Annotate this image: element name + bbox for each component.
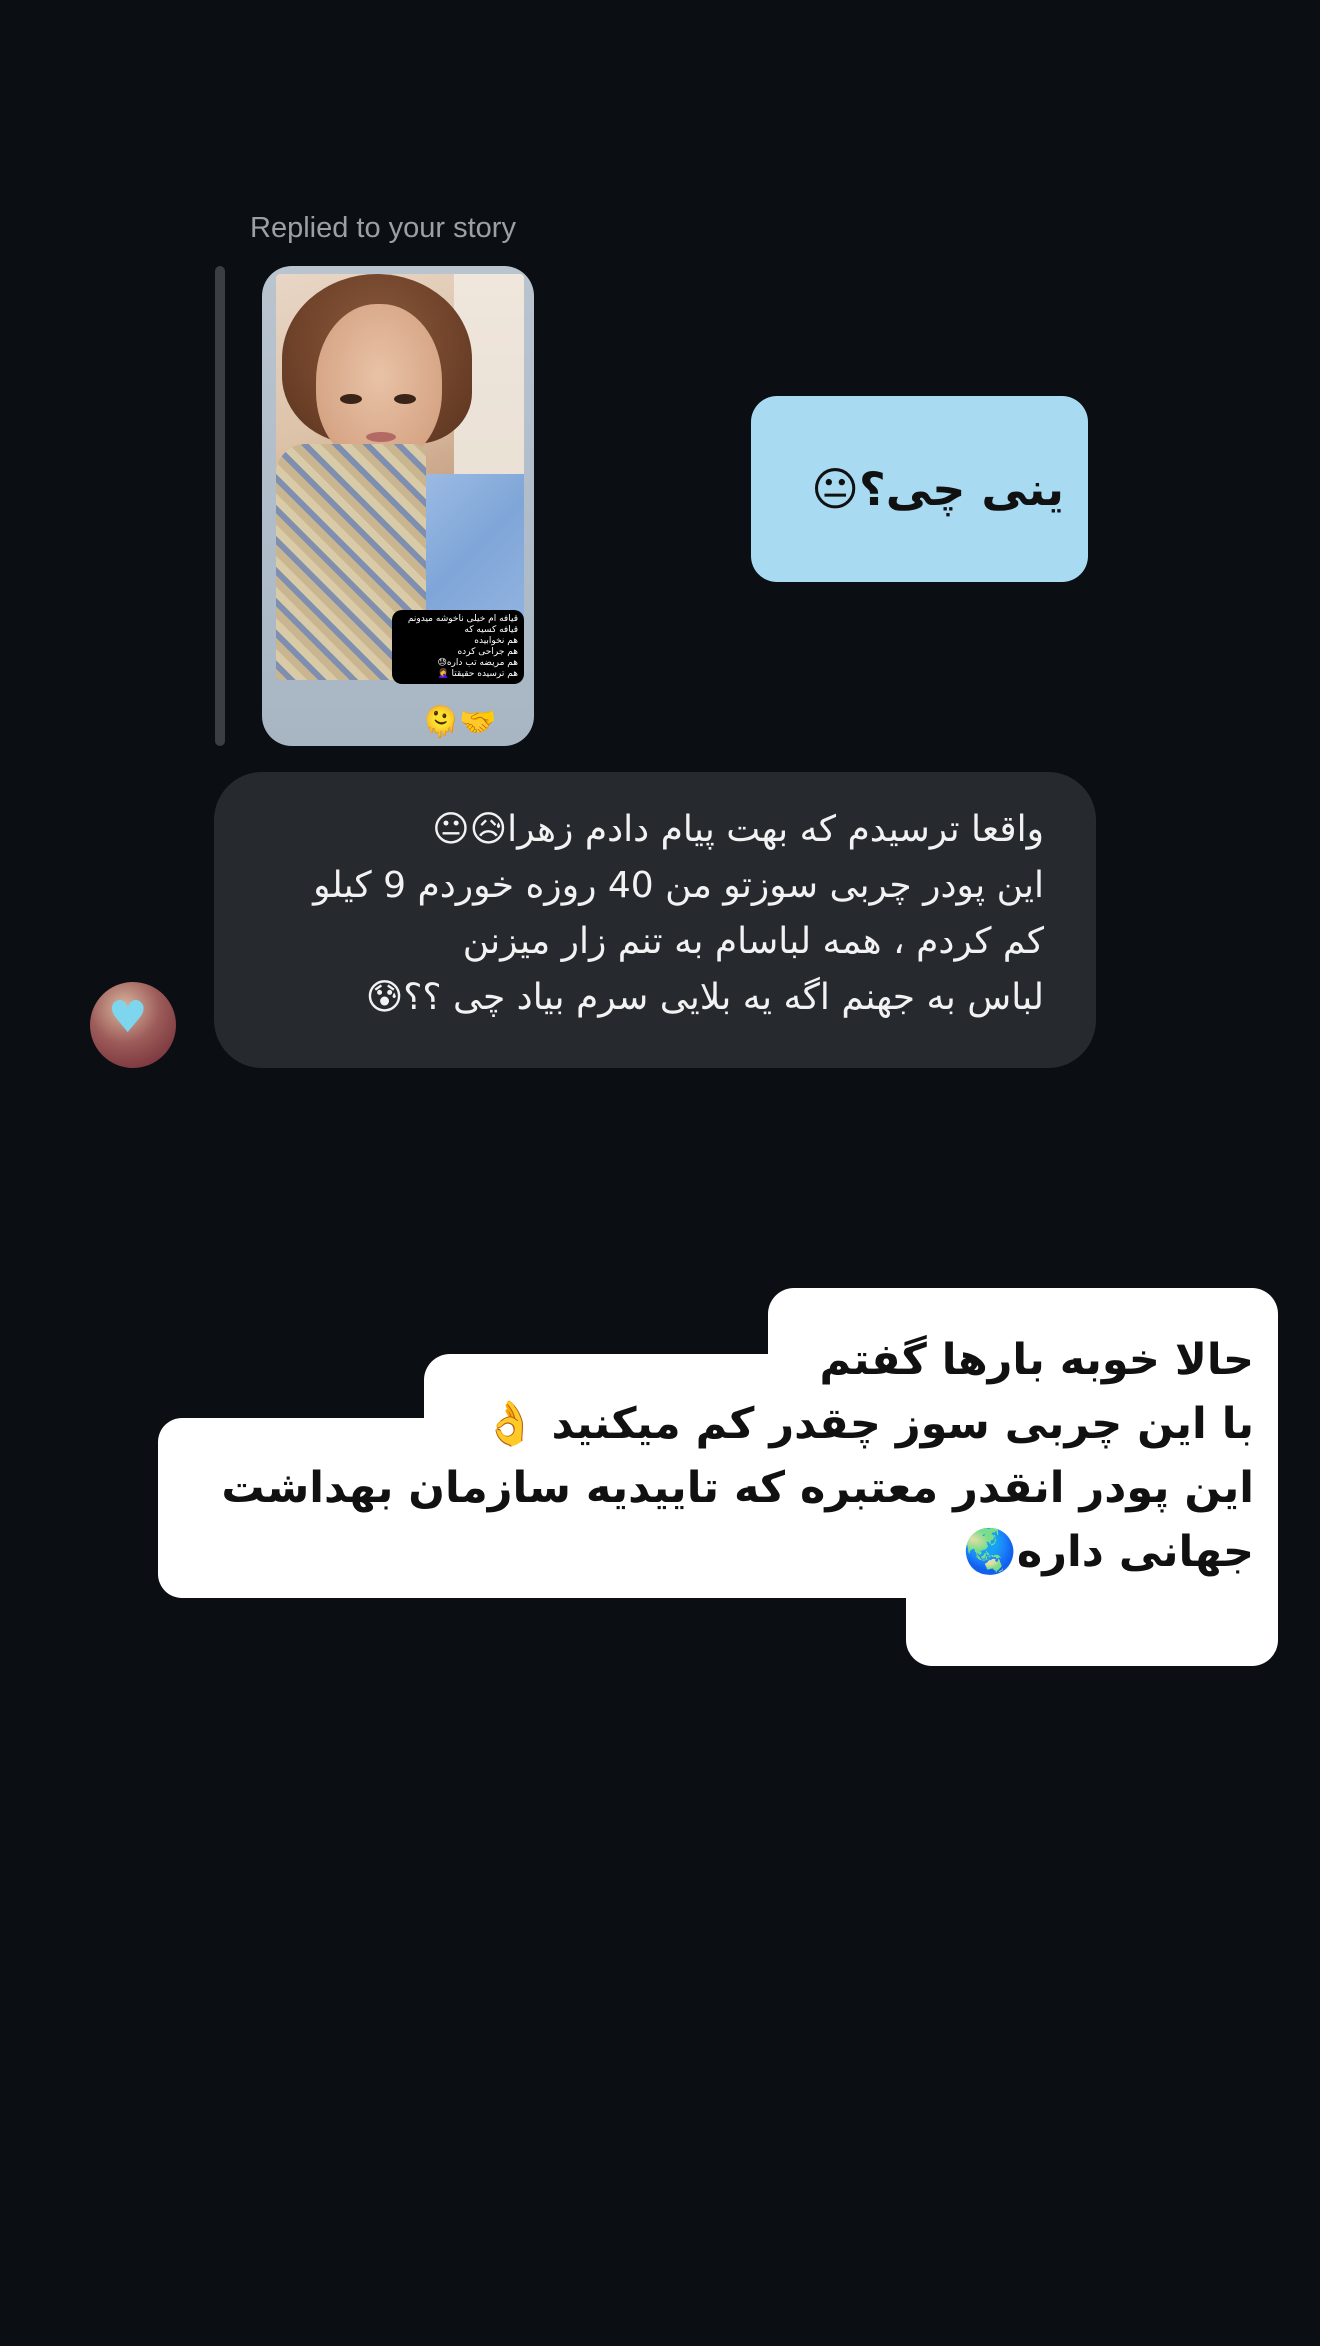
story-caption-line: هم جراحی کرده (457, 647, 518, 657)
story-caption-line: هم نخوابیده (474, 636, 518, 646)
sent-message-text: ینی چی؟😐 (811, 462, 1064, 516)
overlay-text-line: با این چربی سوز چقدر کم میکنید 👌 (483, 1399, 1254, 1449)
sent-message-bubble[interactable]: ینی چی؟😐 (751, 396, 1088, 582)
story-caption-line: هم مریضه تب داره😓 (437, 658, 518, 668)
story-thumbnail[interactable]: قیافه ام خیلی ناخوشه میدونم قیافه کسیه ک… (262, 266, 534, 746)
received-message-line: این پودر چربی سوزتو من 40 روزه خوردم 9 ک… (313, 865, 1044, 906)
sender-avatar[interactable]: ♥ (90, 982, 176, 1068)
overlay-text-line: این پودر انقدر معتبره که تاییدیه سازمان … (221, 1463, 1254, 1513)
received-message-bubble[interactable]: واقعا ترسیدم که بهت پیام دادم زهرا😥😐 این… (214, 772, 1096, 1068)
received-message-text: واقعا ترسیدم که بهت پیام دادم زهرا😥😐 این… (313, 802, 1044, 1026)
received-message-line: واقعا ترسیدم که بهت پیام دادم زهرا😥😐 (432, 809, 1044, 850)
heart-icon: ♥ (108, 992, 148, 1043)
story-caption-line: قیافه کسیه که (464, 625, 518, 635)
overlay-text: حالا خوبه بارها گفتم با این چربی سوز چقد… (221, 1328, 1254, 1584)
overlay-text-line: جهانی داره🌏 (963, 1527, 1254, 1577)
received-message-line: لباس به جهنم اگه یه بلایی سرم بیاد چی ؟؟… (365, 977, 1044, 1018)
reply-indicator-bar (215, 266, 225, 746)
received-message-line: کم کردم ، همه لباسام به تنم زار میزنن (462, 921, 1044, 962)
story-caption-line: قیافه ام خیلی ناخوشه میدونم (407, 614, 518, 624)
replied-to-story-label: Replied to your story (250, 212, 516, 244)
story-sticker-emoji: 🫠🤝 (422, 705, 497, 740)
story-caption-line: هم ترسیده حقیقتا 🤦‍♀️ (437, 669, 518, 679)
overlay-text-line: حالا خوبه بارها گفتم (819, 1335, 1254, 1385)
story-caption: قیافه ام خیلی ناخوشه میدونم قیافه کسیه ک… (392, 610, 524, 684)
